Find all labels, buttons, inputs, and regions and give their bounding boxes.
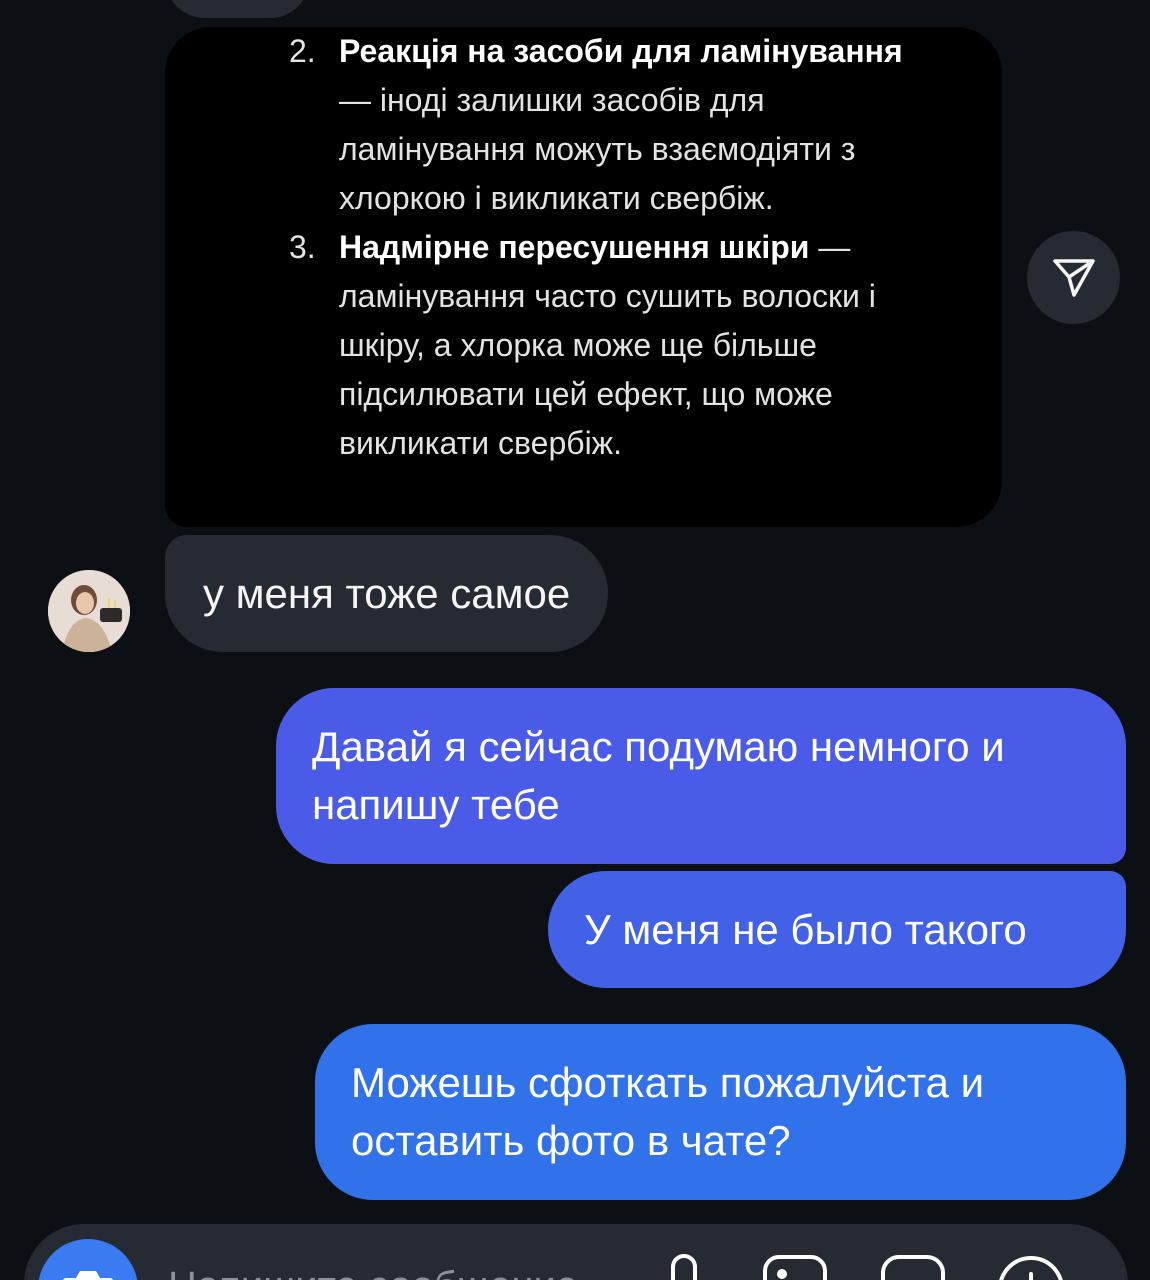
- camera-button[interactable]: [38, 1239, 138, 1280]
- list-item-text: — іноді залишки засобів для ламінування …: [339, 82, 856, 216]
- message-input[interactable]: Напишите сообщение…: [168, 1264, 618, 1280]
- sticker-icon[interactable]: [880, 1254, 946, 1280]
- message-composer: Напишите сообщение…: [24, 1224, 1128, 1280]
- list-item-heading: Надмірне пересушення шкіри: [339, 229, 810, 265]
- plus-icon[interactable]: [996, 1254, 1066, 1280]
- paper-plane-icon: [1052, 258, 1095, 297]
- shared-screenshot-message[interactable]: 2. Реакція на засоби для ламінування — і…: [165, 27, 1002, 527]
- outgoing-message[interactable]: Давай я сейчас подумаю немного и напишу …: [276, 688, 1126, 864]
- avatar[interactable]: [48, 570, 130, 652]
- screenshot-list: 2. Реакція на засоби для ламінування — і…: [289, 27, 939, 468]
- list-item: 2. Реакція на засоби для ламінування — і…: [289, 27, 939, 223]
- list-item: 3. Надмірне пересушення шкіри — ламінува…: [289, 223, 939, 468]
- avatar-photo: [48, 570, 130, 652]
- share-button[interactable]: [1027, 231, 1120, 324]
- list-item-number: 2.: [289, 33, 316, 69]
- outgoing-message[interactable]: У меня не было такого: [548, 871, 1126, 988]
- list-item-heading: Реакція на засоби для ламінування: [339, 33, 903, 69]
- incoming-message[interactable]: у меня тоже самое: [165, 535, 609, 652]
- microphone-icon[interactable]: [666, 1254, 702, 1280]
- outgoing-message[interactable]: Можешь сфоткать пожалуйста и оставить фо…: [315, 1024, 1126, 1200]
- camera-icon: [63, 1271, 113, 1280]
- previous-message-bubble: [165, 0, 310, 18]
- gallery-icon[interactable]: [762, 1254, 828, 1280]
- list-item-number: 3.: [289, 229, 316, 265]
